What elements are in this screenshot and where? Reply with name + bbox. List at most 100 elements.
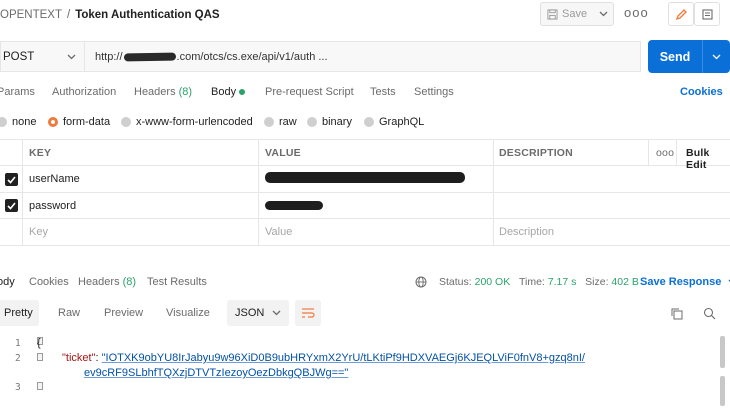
save-dropdown[interactable] bbox=[593, 3, 614, 25]
url-input[interactable]: http:// .com/otcs/cs.exe/api/v1/auth ... bbox=[84, 41, 641, 72]
radio-indicator bbox=[0, 117, 7, 127]
scrollbar[interactable] bbox=[720, 376, 725, 406]
breadcrumb: OPENTEXT / Token Authentication QAS bbox=[0, 9, 220, 21]
response-tab-test-results[interactable]: Test Results bbox=[147, 276, 207, 288]
url-prefix: http:// bbox=[95, 50, 123, 63]
radio-binary[interactable]: binary bbox=[307, 116, 352, 128]
code-line-2: "ticket": "IOTXK9obYU8IrJabyu9w96XiD0B9u… bbox=[62, 352, 585, 364]
column-header-key: KEY bbox=[29, 147, 52, 159]
wrap-lines-button[interactable] bbox=[295, 300, 321, 326]
checkmark-icon bbox=[7, 201, 16, 210]
table-more-button[interactable]: ooo bbox=[656, 147, 674, 159]
headers-count: (8) bbox=[178, 86, 193, 98]
method-label: POST bbox=[3, 50, 35, 63]
radio-indicator-selected bbox=[48, 117, 58, 127]
radio-graphql[interactable]: GraphQL bbox=[364, 116, 424, 128]
response-tab-cookies[interactable]: Cookies bbox=[29, 276, 69, 288]
new-key-input[interactable]: Key bbox=[29, 226, 48, 238]
send-label: Send bbox=[659, 49, 691, 64]
radio-x-www-form-urlencoded[interactable]: x-www-form-urlencoded bbox=[121, 116, 253, 128]
save-response-button[interactable]: Save Response bbox=[640, 276, 730, 288]
format-select[interactable]: JSON bbox=[227, 300, 289, 326]
tab-params[interactable]: Params bbox=[0, 86, 35, 98]
radio-indicator bbox=[264, 117, 274, 127]
scrollbar[interactable] bbox=[720, 336, 725, 368]
fold-toggle[interactable] bbox=[37, 382, 43, 390]
document-icon bbox=[701, 8, 713, 20]
response-tab-body[interactable]: ody bbox=[0, 276, 15, 288]
radio-none[interactable]: none bbox=[0, 116, 36, 128]
body-indicator-dot bbox=[239, 89, 246, 96]
param-key-username[interactable]: userName bbox=[29, 173, 80, 185]
request-name[interactable]: Token Authentication QAS bbox=[75, 9, 219, 21]
line-number: 1 bbox=[15, 338, 21, 349]
line-number: 3 bbox=[15, 382, 21, 393]
tab-headers[interactable]: Headers (8) bbox=[134, 86, 192, 98]
save-label: Save bbox=[562, 8, 588, 20]
time-value[interactable]: 7.17 s bbox=[548, 276, 577, 288]
column-header-description: DESCRIPTION bbox=[499, 147, 573, 159]
view-preview[interactable]: Preview bbox=[98, 300, 149, 326]
method-select[interactable]: POST bbox=[0, 41, 84, 72]
ticket-value-continued[interactable]: ev9cRF9SLbhfTQXzjDTVTzIezoyOezDbkgQBJWg=… bbox=[84, 367, 348, 379]
radio-indicator bbox=[121, 117, 131, 127]
response-headers-count: (8) bbox=[122, 276, 137, 288]
redacted-value bbox=[265, 172, 465, 183]
radio-raw[interactable]: raw bbox=[264, 116, 297, 128]
row-checkbox-username[interactable] bbox=[5, 173, 18, 186]
workspace-name[interactable]: OPENTEXT bbox=[0, 9, 62, 21]
wrap-lines-icon bbox=[302, 308, 315, 318]
url-suffix: .com/otcs/cs.exe/api/v1/auth ... bbox=[176, 50, 328, 63]
fold-toggle[interactable] bbox=[37, 353, 43, 361]
tab-body[interactable]: Body bbox=[211, 86, 246, 98]
checkmark-icon bbox=[7, 175, 16, 184]
new-description-input[interactable]: Description bbox=[499, 226, 554, 238]
line-number: 2 bbox=[15, 353, 21, 364]
format-label: JSON bbox=[235, 307, 265, 319]
new-value-input[interactable]: Value bbox=[265, 226, 292, 238]
tab-pre-request-script[interactable]: Pre-request Script bbox=[265, 86, 354, 98]
params-table: KEY VALUE DESCRIPTION ooo Bulk Edit user… bbox=[0, 139, 730, 246]
redacted-value bbox=[265, 201, 323, 210]
documentation-button[interactable] bbox=[694, 2, 720, 26]
search-icon[interactable] bbox=[703, 307, 716, 320]
status-value[interactable]: 200 OK bbox=[475, 276, 511, 288]
breadcrumb-separator: / bbox=[66, 9, 71, 21]
copy-icon[interactable] bbox=[670, 307, 683, 320]
radio-indicator bbox=[307, 117, 317, 127]
body-type-options: none form-data x-www-form-urlencoded raw… bbox=[0, 116, 460, 130]
column-header-value: VALUE bbox=[265, 147, 301, 159]
chevron-down-icon bbox=[67, 54, 76, 59]
code-line-1: { bbox=[37, 337, 41, 349]
radio-indicator bbox=[364, 117, 374, 127]
pencil-icon bbox=[675, 8, 687, 20]
chevron-down-icon bbox=[599, 11, 608, 17]
code-line-2-wrap: ev9cRF9SLbhfTQXzjDTVTzIezoyOezDbkgQBJWg=… bbox=[84, 367, 348, 379]
size-value[interactable]: 402 B bbox=[611, 276, 638, 288]
send-button[interactable]: Send bbox=[648, 40, 730, 73]
more-options-button[interactable]: ooo bbox=[624, 5, 649, 20]
edit-button[interactable] bbox=[668, 2, 694, 26]
response-status: Status: 200 OK Time: 7.17 s Size: 402 B bbox=[439, 276, 639, 288]
globe-icon[interactable] bbox=[415, 276, 427, 288]
save-icon bbox=[547, 8, 558, 20]
chevron-down-icon bbox=[272, 310, 281, 316]
view-visualize[interactable]: Visualize bbox=[160, 300, 216, 326]
response-tab-headers[interactable]: Headers (8) bbox=[78, 276, 136, 288]
row-checkbox-password[interactable] bbox=[5, 199, 18, 212]
tab-tests[interactable]: Tests bbox=[370, 86, 396, 98]
tab-authorization[interactable]: Authorization bbox=[52, 86, 116, 98]
send-options-button[interactable] bbox=[703, 54, 730, 60]
save-button[interactable]: Save bbox=[540, 2, 614, 26]
ticket-value[interactable]: "IOTXK9obYU8IrJabyu9w96XiD0B9ubHRYxmX2Yr… bbox=[102, 352, 585, 364]
cookies-link[interactable]: Cookies bbox=[680, 86, 723, 98]
chevron-down-icon bbox=[712, 54, 721, 59]
radio-form-data[interactable]: form-data bbox=[48, 116, 110, 128]
tab-settings[interactable]: Settings bbox=[414, 86, 454, 98]
param-key-password[interactable]: password bbox=[29, 200, 76, 212]
redacted-host bbox=[123, 52, 176, 61]
bulk-edit-button[interactable]: Bulk Edit bbox=[686, 147, 730, 171]
view-pretty[interactable]: Pretty bbox=[0, 300, 39, 326]
view-raw[interactable]: Raw bbox=[52, 300, 86, 326]
save-main[interactable]: Save bbox=[541, 3, 593, 25]
